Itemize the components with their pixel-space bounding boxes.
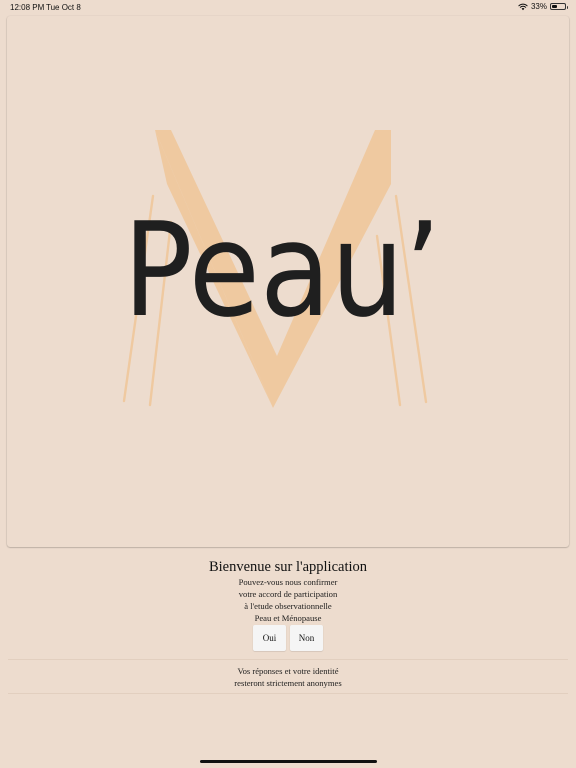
prompt-line: Peau et Ménopause — [254, 613, 322, 623]
anonymity-line: resteront strictement anonymes — [234, 678, 342, 688]
welcome-title: Bienvenue sur l'application — [208, 559, 368, 575]
battery-icon — [550, 3, 568, 10]
status-date: Tue Oct 8 — [46, 3, 81, 12]
prompt-line: à l'etude observationnelle — [244, 601, 332, 611]
yes-button[interactable]: Oui — [253, 625, 286, 651]
wifi-icon — [518, 3, 528, 10]
app-logo: Peau’ — [122, 130, 441, 408]
consent-prompt: Pouvez-vous nous confirmer votre accord … — [0, 576, 576, 624]
battery-percent: 33% — [530, 2, 547, 11]
no-button[interactable]: Non — [290, 625, 323, 651]
anonymity-line: Vos réponses et votre identité — [237, 666, 339, 676]
logo-wordmark: Peau’ — [123, 194, 441, 346]
prompt-line: votre accord de participation — [238, 589, 338, 599]
anonymity-notice: Vos réponses et votre identité resteront… — [0, 665, 576, 689]
consent-buttons: Oui Non — [0, 625, 576, 651]
status-bar: 12:08 PM Tue Oct 8 33% — [0, 0, 576, 14]
logo-card: Peau’ — [7, 16, 569, 547]
divider — [8, 693, 568, 694]
status-indicators: 33% — [518, 2, 568, 11]
battery-fill — [552, 5, 557, 8]
status-time: 12:08 PM — [10, 3, 45, 12]
home-indicator[interactable] — [200, 760, 377, 763]
prompt-line: Pouvez-vous nous confirmer — [238, 577, 338, 587]
divider — [8, 659, 568, 660]
